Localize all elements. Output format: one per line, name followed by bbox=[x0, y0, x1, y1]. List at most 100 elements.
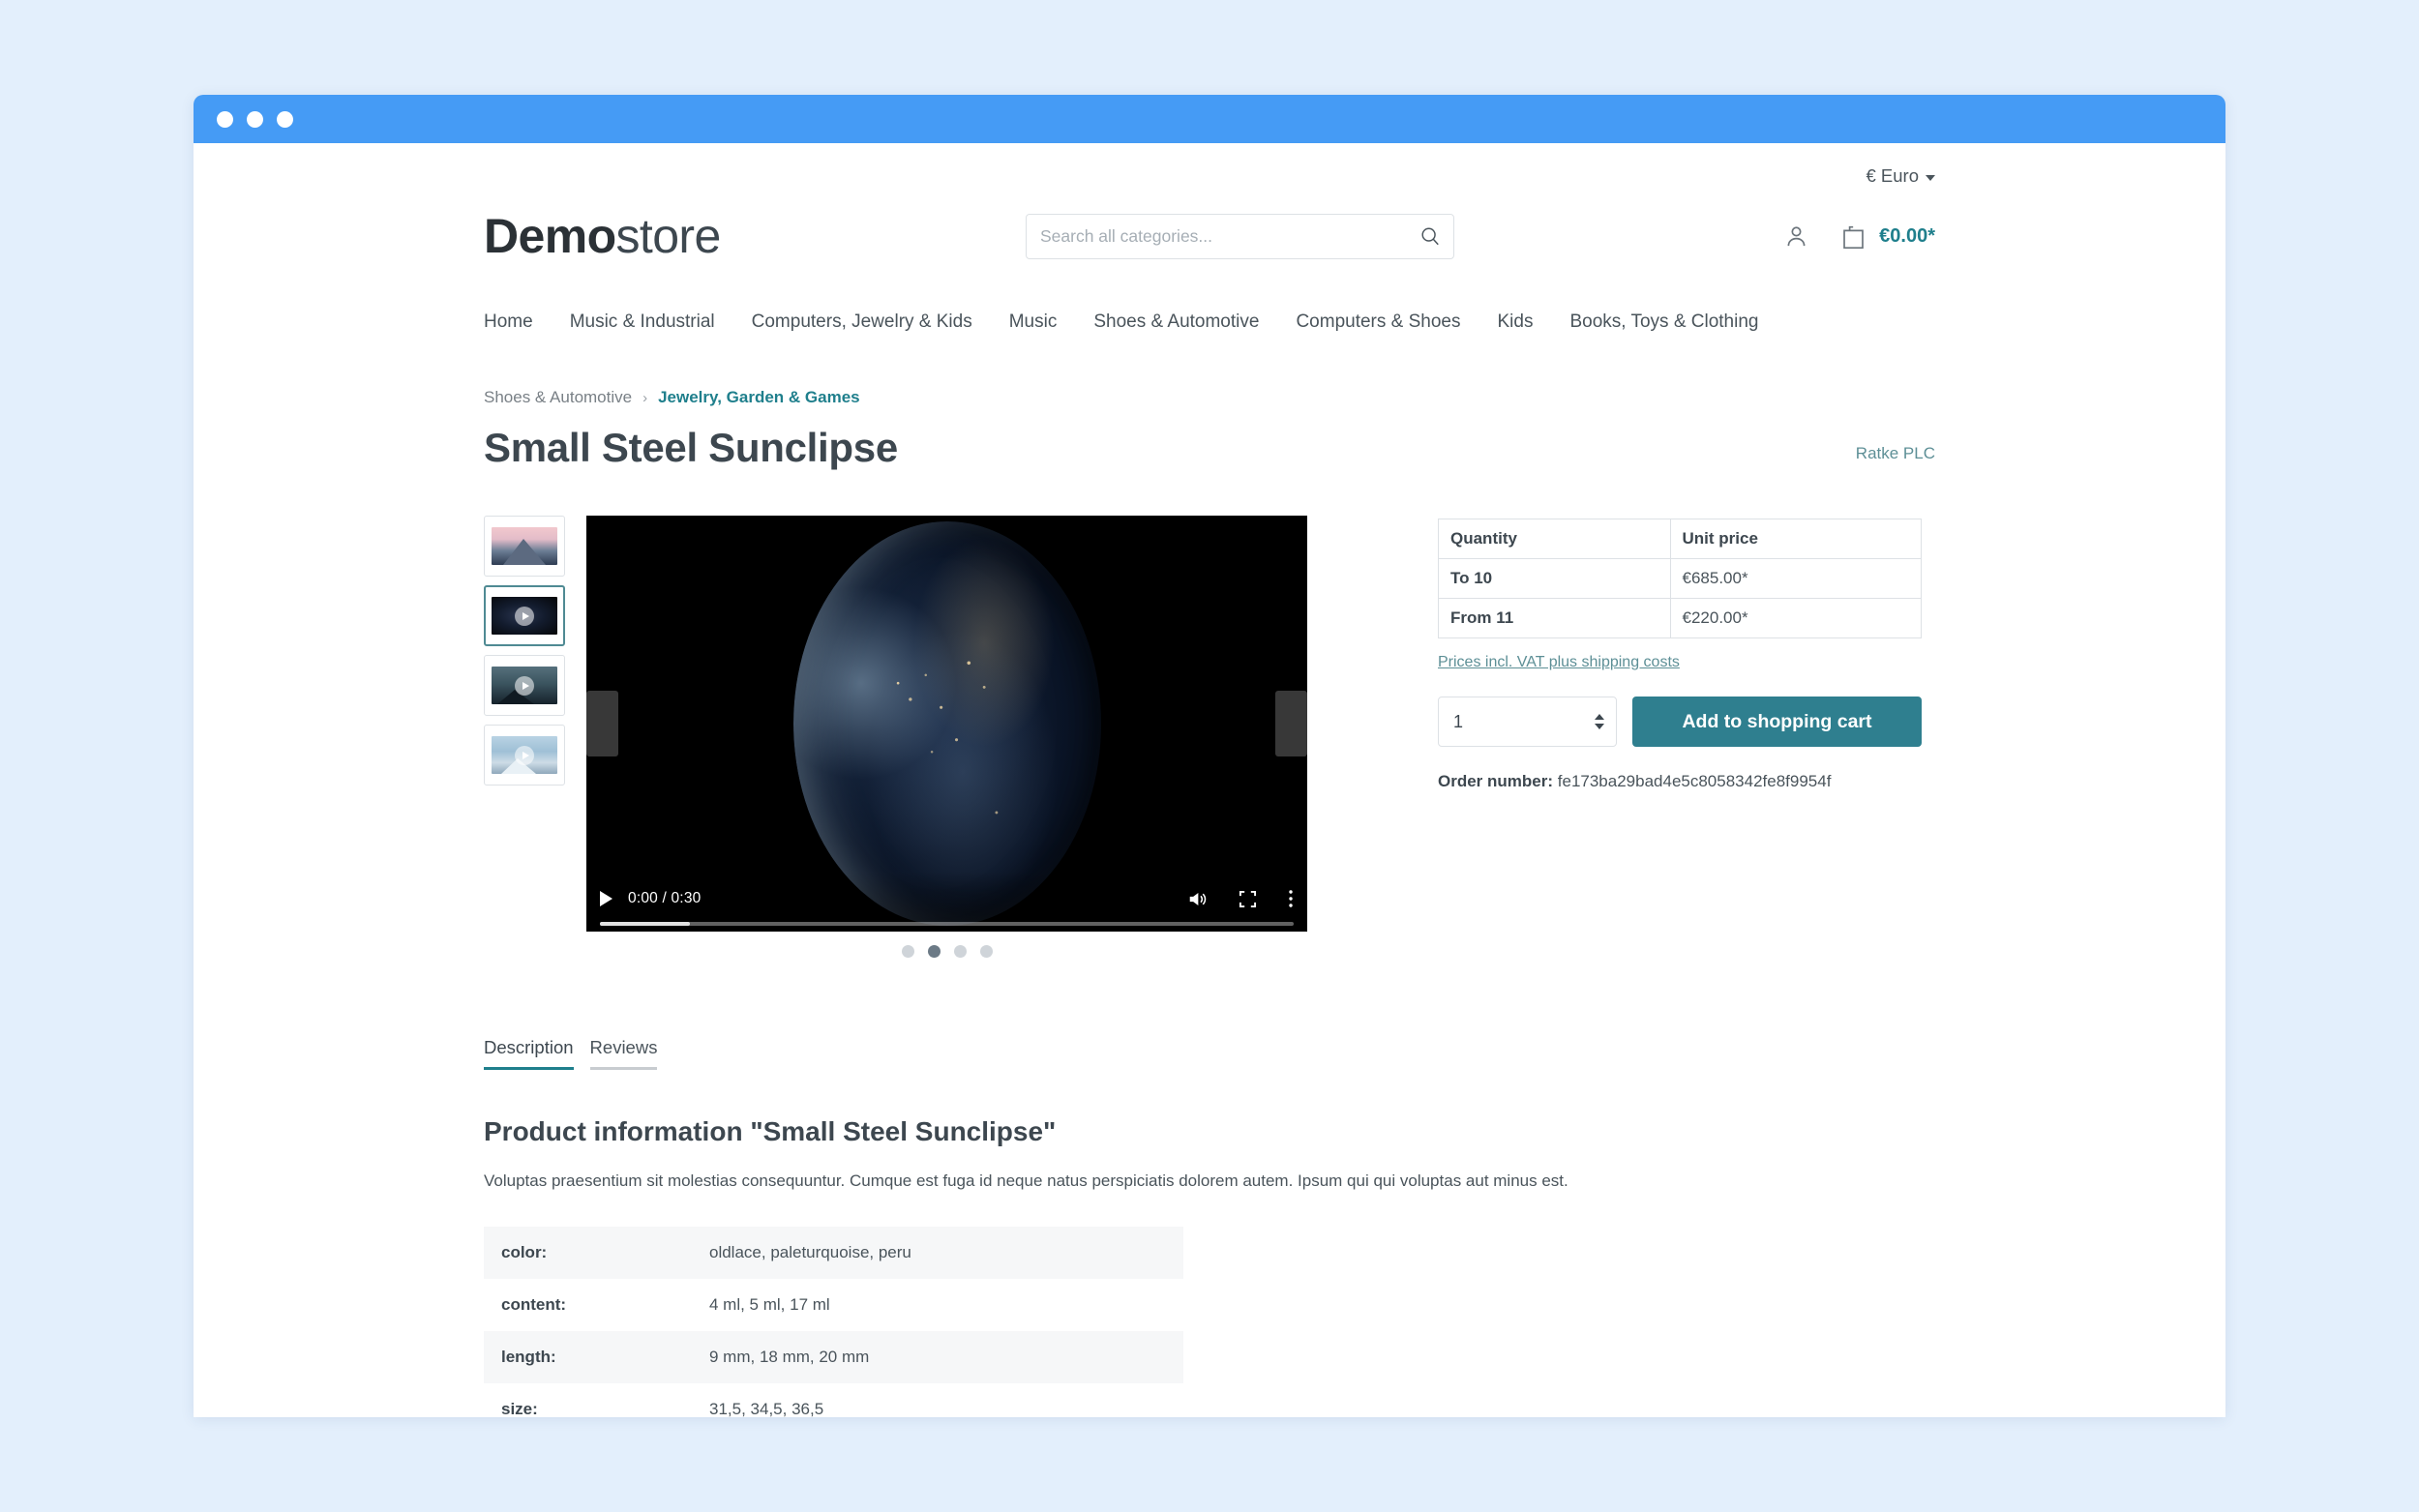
browser-window: € Euro Demostore Search all categories..… bbox=[194, 95, 2225, 1417]
chevron-down-icon bbox=[1926, 174, 1935, 181]
nav-item-shoes-automotive[interactable]: Shoes & Automotive bbox=[1093, 311, 1259, 333]
tab-description[interactable]: Description bbox=[484, 1037, 574, 1070]
table-row: From 11 €220.00* bbox=[1438, 598, 1923, 638]
gallery-dot-indicators bbox=[586, 945, 1307, 958]
breadcrumb-current[interactable]: Jewelry, Garden & Games bbox=[658, 388, 860, 407]
nav-item-home[interactable]: Home bbox=[484, 311, 533, 333]
order-number-value: fe173ba29bad4e5c8058342fe8f9954f bbox=[1557, 772, 1832, 790]
header-actions: €0.00* bbox=[1783, 222, 1935, 251]
price-row-2-unit-price: €220.00* bbox=[1669, 598, 1923, 638]
table-row: content: 4 ml, 5 ml, 17 ml bbox=[484, 1279, 1183, 1331]
product-tabs: Description Reviews bbox=[484, 1037, 1935, 1070]
gallery-dot-1[interactable] bbox=[901, 945, 914, 958]
property-value-content: 4 ml, 5 ml, 17 ml bbox=[709, 1294, 830, 1314]
product-properties-table: color: oldlace, paleturquoise, peru cont… bbox=[484, 1226, 1183, 1418]
search-input[interactable] bbox=[1026, 213, 1454, 259]
description-paragraph: Voluptas praesentium sit molestias conse… bbox=[484, 1171, 1568, 1190]
buy-box: Quantity Unit price To 10 €685.00* From … bbox=[1438, 516, 1923, 791]
nav-item-music[interactable]: Music bbox=[1009, 311, 1058, 333]
search-container bbox=[1026, 213, 1454, 259]
video-controls-row: 0:00 / 0:30 bbox=[600, 882, 1294, 915]
quantity-stepper[interactable] bbox=[1438, 697, 1617, 747]
browser-titlebar bbox=[194, 95, 2225, 143]
gallery-dot-3[interactable] bbox=[953, 945, 967, 958]
gallery-thumbnail-1[interactable] bbox=[484, 516, 565, 577]
fullscreen-icon bbox=[1239, 890, 1257, 907]
video-progress-buffered bbox=[600, 922, 691, 926]
gallery-thumbnail-4[interactable] bbox=[484, 725, 565, 786]
table-row: To 10 €685.00* bbox=[1438, 558, 1923, 599]
manufacturer-link[interactable]: Ratke PLC bbox=[1856, 444, 1935, 471]
kebab-menu-icon bbox=[1289, 890, 1293, 907]
fullscreen-button[interactable] bbox=[1239, 890, 1257, 908]
price-row-1-quantity: To 10 bbox=[1438, 558, 1671, 599]
quantity-stepper-wrapper bbox=[1438, 697, 1617, 747]
currency-selector[interactable]: € Euro bbox=[1866, 165, 1935, 187]
price-table-header-unit-price: Unit price bbox=[1669, 519, 1923, 559]
property-value-color: oldlace, paleturquoise, peru bbox=[709, 1242, 911, 1261]
window-close-button[interactable] bbox=[217, 110, 233, 128]
window-maximize-button[interactable] bbox=[277, 110, 293, 128]
video-controls: 0:00 / 0:30 bbox=[586, 872, 1307, 932]
breadcrumb-parent[interactable]: Shoes & Automotive bbox=[484, 388, 632, 407]
account-button[interactable] bbox=[1783, 223, 1809, 250]
purchase-row: Add to shopping cart bbox=[1438, 697, 1922, 747]
site-header: Demostore Search all categories... €0.00… bbox=[484, 200, 1935, 272]
nav-item-books-toys-clothing[interactable]: Books, Toys & Clothing bbox=[1569, 311, 1758, 333]
table-row: size: 31,5, 34,5, 36,5 bbox=[484, 1383, 1183, 1418]
user-icon bbox=[1787, 225, 1806, 246]
earth-night-video-icon bbox=[492, 597, 557, 635]
cart-button[interactable]: €0.00* bbox=[1840, 222, 1935, 251]
property-key-content: content: bbox=[501, 1294, 567, 1314]
cart-total-amount: €0.00* bbox=[1879, 224, 1935, 247]
main-navigation: Home Music & Industrial Computers, Jewel… bbox=[484, 303, 1935, 341]
gallery-stage: 0:00 / 0:30 bbox=[586, 516, 1307, 932]
utility-bar: € Euro bbox=[484, 143, 1935, 187]
vat-shipping-note-link[interactable]: Prices incl. VAT plus shipping costs bbox=[1438, 654, 1680, 671]
price-tier-table: Quantity Unit price To 10 €685.00* From … bbox=[1438, 519, 1923, 638]
mountain-sunset-photo-icon bbox=[492, 527, 557, 565]
video-progress-bar[interactable] bbox=[600, 922, 1294, 926]
logo-bold-part: Demo bbox=[484, 209, 616, 263]
gallery-dot-2[interactable] bbox=[927, 945, 941, 958]
search-submit-button[interactable] bbox=[1410, 214, 1450, 259]
price-table-header-quantity: Quantity bbox=[1438, 519, 1671, 559]
browser-viewport: € Euro Demostore Search all categories..… bbox=[194, 143, 2225, 1417]
city-lights-overlay bbox=[792, 521, 1101, 926]
description-heading: Product information "Small Steel Sunclip… bbox=[484, 1116, 1057, 1146]
add-to-cart-button[interactable]: Add to shopping cart bbox=[1632, 697, 1922, 747]
volume-button[interactable] bbox=[1187, 890, 1208, 908]
product-title-row: Small Steel Sunclipse Ratke PLC bbox=[484, 425, 1935, 471]
play-icon bbox=[515, 745, 534, 765]
earth-night-video-frame bbox=[792, 521, 1101, 926]
mountain-dusk-video-icon bbox=[492, 667, 557, 704]
order-number-label: Order number: bbox=[1438, 772, 1554, 790]
nav-item-computers-jewelry-kids[interactable]: Computers, Jewelry & Kids bbox=[752, 311, 972, 333]
volume-icon bbox=[1189, 892, 1207, 905]
nav-item-music-industrial[interactable]: Music & Industrial bbox=[570, 311, 715, 333]
gallery-next-arrow[interactable] bbox=[1275, 691, 1307, 756]
tab-reviews[interactable]: Reviews bbox=[589, 1037, 658, 1070]
product-gallery: 0:00 / 0:30 bbox=[484, 516, 1307, 958]
breadcrumb-separator-icon: › bbox=[642, 389, 648, 406]
nav-item-kids[interactable]: Kids bbox=[1497, 311, 1533, 333]
property-key-size: size: bbox=[501, 1399, 538, 1418]
price-row-1-unit-price: €685.00* bbox=[1669, 558, 1923, 599]
order-number: Order number: fe173ba29bad4e5c8058342fe8… bbox=[1438, 772, 1922, 791]
video-play-button[interactable] bbox=[600, 891, 612, 906]
search-icon bbox=[1421, 227, 1439, 246]
price-row-2-quantity: From 11 bbox=[1438, 598, 1671, 638]
play-icon bbox=[515, 675, 534, 696]
gallery-dot-4[interactable] bbox=[979, 945, 993, 958]
video-more-options-button[interactable] bbox=[1288, 888, 1294, 909]
play-icon bbox=[515, 606, 534, 626]
nav-item-computers-shoes[interactable]: Computers & Shoes bbox=[1296, 311, 1460, 333]
video-controls-right bbox=[1187, 888, 1294, 909]
price-table-header-row: Quantity Unit price bbox=[1438, 519, 1923, 559]
window-minimize-button[interactable] bbox=[247, 110, 263, 128]
property-value-length: 9 mm, 18 mm, 20 mm bbox=[709, 1347, 870, 1366]
site-logo[interactable]: Demostore bbox=[484, 212, 1026, 260]
gallery-thumbnail-3[interactable] bbox=[484, 655, 565, 716]
gallery-thumbnail-2[interactable] bbox=[484, 585, 565, 646]
gallery-prev-arrow[interactable] bbox=[586, 691, 618, 756]
